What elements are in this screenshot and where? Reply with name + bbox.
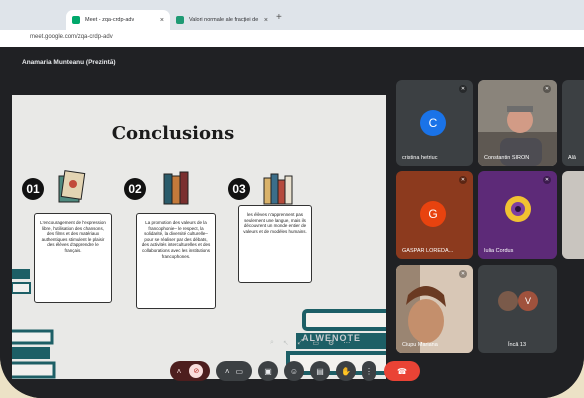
tab-label: Meet - zqa-crdp-adv (85, 17, 135, 23)
point-card-1: L'encouragement de l'expression libre, l… (34, 213, 112, 303)
present-icon: ▤ (316, 366, 324, 376)
address-bar[interactable]: meet.google.com/zqa-crdp-adv (0, 30, 584, 47)
participant-name: Ală (568, 155, 576, 161)
avatar: V (518, 291, 538, 311)
camera-toggle-button[interactable]: ˄ ▭ (216, 361, 252, 381)
participant-tile[interactable]: Ală (562, 80, 584, 166)
chevron-up-icon: ˄ (176, 366, 182, 376)
captions-icon: ▣ (264, 366, 272, 376)
avatar: G (420, 201, 446, 227)
meet-favicon-icon (72, 16, 80, 24)
raise-hand-button[interactable]: ✋ (336, 361, 356, 381)
emoji-icon: ☺ (289, 366, 299, 376)
participant-name: cristina hetriuc (402, 155, 438, 161)
captions-button[interactable]: ▣ (258, 361, 278, 381)
end-call-button[interactable]: ☎ (384, 361, 420, 381)
mic-off-icon: ✕ (543, 176, 551, 184)
present-button[interactable]: ▤ (310, 361, 330, 381)
fit-icon[interactable]: ⤢ (298, 339, 304, 347)
participant-tile[interactable]: ✕ Iulia Cordus (478, 171, 557, 259)
point-card-2: La promotion des valeurs de la francopho… (136, 213, 216, 309)
presenter-label: Anamaria Munteanu (Prezintă) (22, 59, 116, 66)
tab-label: Valori normale ale fracției de v (189, 17, 259, 23)
mic-off-icon: ✕ (459, 270, 467, 278)
new-tab-icon[interactable]: + (276, 12, 282, 23)
mic-off-icon: ⊘ (189, 364, 204, 378)
mic-off-icon: ✕ (459, 85, 467, 93)
url-text: meet.google.com/zqa-crdp-adv (30, 34, 113, 40)
books-decoration-left2-icon (12, 269, 31, 294)
avatar (498, 291, 518, 311)
chevron-up-icon: ˄ (224, 366, 230, 376)
page-favicon-icon (176, 16, 184, 24)
screen-photo: Meet - zqa-crdp-adv × Valori normale ale… (0, 0, 584, 398)
flower-avatar-icon (505, 196, 531, 222)
more-options-icon[interactable]: ⋯ (343, 339, 350, 347)
point-card-3: les élèves n'apprennent pas seulement un… (238, 205, 312, 283)
tab-meet[interactable]: Meet - zqa-crdp-adv × (66, 10, 170, 30)
participant-tile[interactable]: ✕ Ciupu Mariana (396, 265, 473, 353)
avatar: C (420, 110, 446, 136)
participant-tile[interactable]: C ✕ cristina hetriuc (396, 80, 473, 166)
raise-hand-icon: ✋ (341, 366, 351, 376)
books-stack-icon (163, 171, 189, 205)
close-tab-icon[interactable]: × (264, 17, 268, 24)
slide-title: Conclusions (111, 123, 235, 144)
participant-name: GASPAR LOREDA... (402, 248, 454, 254)
participant-tile-more[interactable]: V Încă 13 (478, 265, 557, 353)
mic-toggle-button[interactable]: ˄ ⊘ (170, 361, 210, 381)
zoom-icon[interactable]: ⌕ (270, 339, 274, 347)
more-icon: ⋮ (365, 366, 373, 376)
camera-icon: ▭ (235, 366, 244, 376)
tab-valori[interactable]: Valori normale ale fracției de v × (170, 10, 274, 30)
point-number-3: 03 (228, 178, 250, 200)
pointer-icon[interactable]: ↖ (283, 339, 289, 347)
settings-icon[interactable]: ⚙ (328, 339, 334, 347)
mic-off-icon: ✕ (459, 176, 467, 184)
browser-tab-bar: Meet - zqa-crdp-adv × Valori normale ale… (0, 0, 584, 30)
participant-tile[interactable]: ✕ Constantin SIRON (478, 80, 557, 166)
participant-name: Iulia Cordus (484, 248, 514, 254)
end-call-icon: ☎ (397, 366, 407, 376)
split-icon[interactable]: ▭ (312, 339, 319, 347)
close-tab-icon[interactable]: × (160, 17, 164, 24)
emoji-button[interactable]: ☺ (284, 361, 304, 381)
book-icon (58, 170, 86, 203)
mic-off-icon: ✕ (543, 85, 551, 93)
books-row-icon (263, 173, 293, 205)
participant-tile[interactable] (562, 171, 584, 259)
participant-name: Constantin SIRON (484, 155, 530, 161)
participant-tile[interactable]: G ✕ GASPAR LOREDA... (396, 171, 473, 259)
more-options-button[interactable]: ⋮ (362, 361, 376, 381)
meet-control-bar: ˄ ⊘ ˄ ▭ ▣ ☺ ▤ ✋ ⋮ ☎ (0, 347, 584, 398)
point-number-1: 01 (22, 178, 44, 200)
participant-video (396, 265, 473, 353)
meet-window: Anamaria Munteanu (Prezintă) Conclusions (0, 47, 584, 398)
point-number-2: 02 (124, 178, 146, 200)
